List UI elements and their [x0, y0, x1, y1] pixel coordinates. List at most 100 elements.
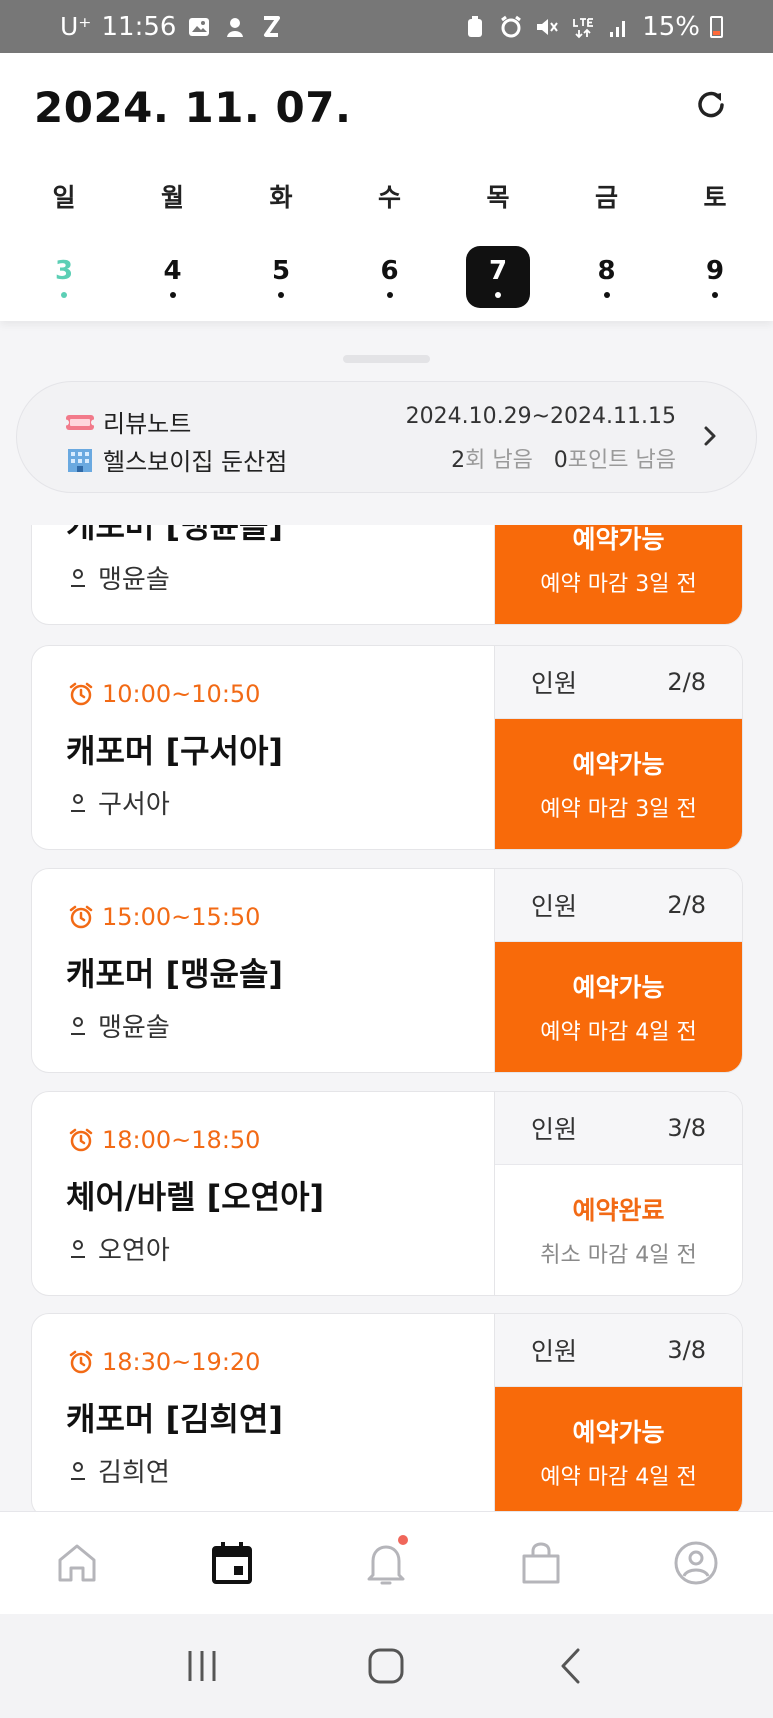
day-number[interactable]: 9	[683, 246, 747, 308]
nav-profile[interactable]	[656, 1523, 736, 1603]
class-card[interactable]: 캐포머 [맹윤솔] 맹윤솔 예약가능 예약 마감 3일 전	[31, 525, 743, 625]
clock: 11:56	[101, 11, 177, 42]
nav-notifications[interactable]	[346, 1523, 426, 1603]
pass-gym-row: 헬스보이집 둔산점	[65, 442, 287, 477]
system-nav-bar	[0, 1614, 773, 1718]
day-number[interactable]: 8	[575, 246, 639, 308]
person-icon	[71, 1239, 85, 1258]
status-deadline: 예약 마감 4일 전	[540, 1465, 697, 1490]
class-time: 18:00~18:50	[68, 1126, 260, 1154]
recent-apps-button[interactable]	[172, 1636, 232, 1696]
class-title: 캐포머 [구서아]	[66, 732, 284, 770]
class-dot	[61, 292, 67, 298]
class-dot	[495, 292, 501, 298]
day-number[interactable]: 3	[32, 246, 96, 308]
person-icon	[71, 1461, 85, 1480]
back-icon	[561, 1648, 580, 1684]
day-number-text: 3	[54, 256, 74, 286]
reservation-complete[interactable]: 예약완료 취소 마감 4일 전	[495, 1165, 742, 1295]
day-mon[interactable]: 월 4	[141, 178, 205, 308]
class-card[interactable]: 18:00~18:50 체어/바렐 [오연아] 오연아 인원 3/8 예약완료 …	[31, 1091, 743, 1296]
gym-name: 헬스보이집 둔산점	[103, 448, 288, 476]
reserve-button[interactable]: 예약가능 예약 마감 3일 전	[495, 719, 742, 849]
profile-icon	[674, 1541, 718, 1585]
class-time-text: 15:00~15:50	[102, 903, 261, 931]
class-status-panel: 인원 2/8 예약가능 예약 마감 3일 전	[494, 646, 742, 849]
class-status-panel: 인원 3/8 예약완료 취소 마감 4일 전	[494, 1092, 742, 1295]
capacity-count: 3/8	[667, 1336, 706, 1364]
day-number-selected[interactable]: 7	[466, 246, 530, 308]
bottom-nav	[0, 1511, 773, 1614]
capacity-label: 인원	[531, 1115, 578, 1144]
reserve-button[interactable]: 예약가능 예약 마감 4일 전	[495, 942, 742, 1072]
capacity-row: 인원 3/8	[495, 1092, 742, 1165]
capacity-label: 인원	[531, 892, 578, 921]
home-button-icon	[368, 1648, 404, 1684]
capacity-row: 인원 2/8	[495, 646, 742, 719]
class-card[interactable]: 15:00~15:50 캐포머 [맹윤솔] 맹윤솔 인원 2/8 예약가능 예약…	[31, 868, 743, 1073]
day-number[interactable]: 6	[358, 246, 422, 308]
remaining-count: 2	[451, 448, 466, 473]
mute-icon	[534, 15, 560, 39]
class-list[interactable]: 캐포머 [맹윤솔] 맹윤솔 예약가능 예약 마감 3일 전 10:00~10:5…	[0, 525, 773, 1511]
lte-icon	[570, 15, 596, 39]
weekday-label: 목	[486, 183, 510, 212]
alarm-clock-icon	[69, 682, 93, 706]
back-button[interactable]	[541, 1636, 601, 1696]
gallery-icon	[186, 15, 212, 39]
home-button[interactable]	[356, 1636, 416, 1696]
drag-handle[interactable]	[343, 355, 430, 363]
status-deadline: 예약 마감 3일 전	[540, 797, 697, 822]
week-selector: 일 3 월 4 화 5 수 6 목 7 금 8 토 9	[32, 178, 747, 308]
remaining-points: 0	[553, 448, 568, 473]
reserve-button[interactable]: 예약가능 예약 마감 3일 전	[495, 525, 742, 624]
capacity-row: 인원 2/8	[495, 869, 742, 942]
class-dot	[169, 292, 176, 298]
status-deadline: 취소 마감 4일 전	[540, 1243, 697, 1268]
coach-name: 구서아	[98, 790, 170, 820]
class-card[interactable]: 10:00~10:50 캐포머 [구서아] 구서아 인원 2/8 예약가능 예약…	[31, 645, 743, 850]
class-dot	[712, 292, 718, 298]
capacity-label: 인원	[531, 669, 578, 698]
nav-shop[interactable]	[501, 1523, 581, 1603]
class-card[interactable]: 18:30~19:20 캐포머 [김희연] 김희연 인원 3/8 예약가능 예약…	[31, 1313, 743, 1511]
capacity-count: 2/8	[667, 891, 706, 919]
remaining-points-suffix: 포인트 남음	[567, 448, 676, 473]
weekday-label: 금	[594, 183, 618, 212]
day-number-text: 9	[705, 256, 725, 286]
bell-icon	[367, 1545, 405, 1585]
weekday-label: 수	[377, 183, 401, 212]
shopping-bag-icon	[522, 1542, 560, 1584]
weekday-label: 화	[269, 183, 293, 212]
day-number[interactable]: 4	[141, 246, 205, 308]
day-fri[interactable]: 금 8	[575, 178, 639, 308]
alarm-clock-icon	[69, 1128, 93, 1152]
class-coach: 맹윤솔	[68, 1007, 170, 1044]
status-deadline: 예약 마감 4일 전	[540, 1020, 697, 1045]
day-sat[interactable]: 토 9	[683, 178, 747, 308]
day-sun[interactable]: 일 3	[32, 178, 96, 308]
day-number[interactable]: 5	[249, 246, 313, 308]
reserve-button[interactable]: 예약가능 예약 마감 4일 전	[495, 1387, 742, 1511]
class-title: 캐포머 [맹윤솔]	[66, 525, 284, 545]
coach-name: 오연아	[98, 1236, 170, 1266]
day-wed[interactable]: 수 6	[358, 178, 422, 308]
class-dot	[603, 292, 610, 298]
status-bar: U⁺ 11:56 15%	[0, 0, 773, 53]
nav-schedule[interactable]	[192, 1523, 272, 1603]
ticket-icon	[65, 414, 95, 430]
refresh-button[interactable]	[689, 83, 733, 127]
day-thu[interactable]: 목 7	[466, 178, 530, 308]
membership-pass-card[interactable]: 리뷰노트 헬스보이집 둔산점 2024.10.29~2024.11.15 2회 …	[16, 381, 757, 493]
carrier-label: U⁺	[60, 12, 92, 41]
alarm-icon	[498, 15, 524, 39]
day-tue[interactable]: 화 5	[249, 178, 313, 308]
alarm-clock-icon	[69, 905, 93, 929]
status-label: 예약완료	[572, 1196, 665, 1225]
z-app-icon	[258, 15, 284, 39]
nav-home[interactable]	[37, 1523, 117, 1603]
class-time-text: 10:00~10:50	[102, 680, 261, 708]
coach-name: 김희연	[98, 1458, 170, 1488]
class-status-panel: 인원 2/8 예약가능 예약 마감 4일 전	[494, 869, 742, 1072]
calendar-icon	[211, 1542, 252, 1584]
